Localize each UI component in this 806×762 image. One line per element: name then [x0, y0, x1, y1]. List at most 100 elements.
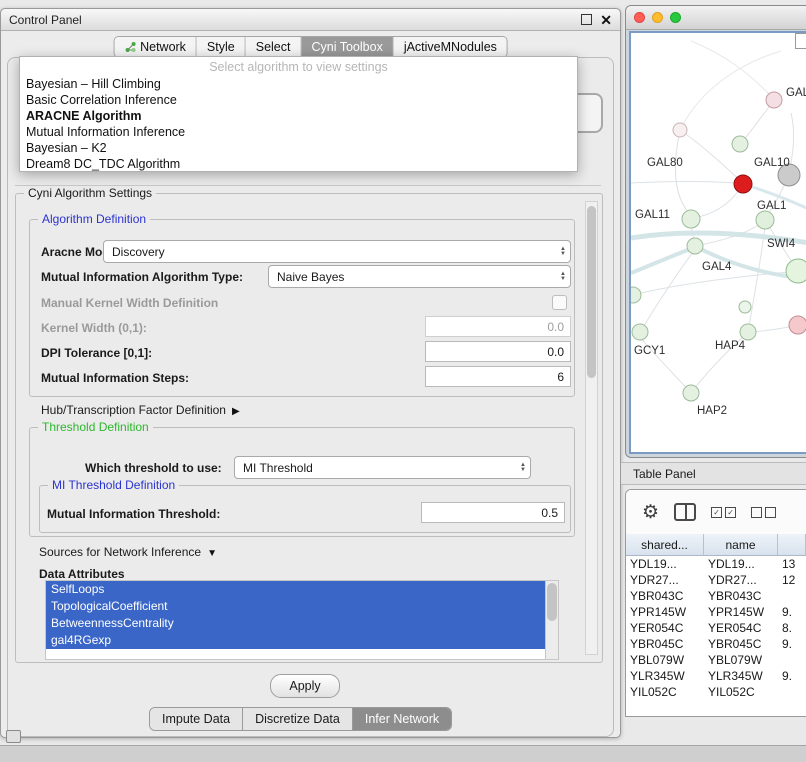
cell: 12: [778, 573, 806, 587]
settings-scrollbar-thumb[interactable]: [587, 206, 596, 378]
mi-steps-label: Mutual Information Steps:: [41, 371, 189, 385]
tab-jactivemnodules[interactable]: jActiveMNodules: [394, 37, 507, 57]
sources-section-toggle[interactable]: Sources for Network Inference▼: [39, 545, 217, 559]
mi-threshold-field[interactable]: 0.5: [421, 502, 565, 523]
tab-infer-network[interactable]: Infer Network: [353, 708, 451, 730]
tab-label: Network: [140, 40, 186, 54]
attributes-scrollbar[interactable]: [545, 581, 558, 659]
network-node[interactable]: [786, 259, 806, 283]
tab-style[interactable]: Style: [197, 37, 246, 57]
network-edge: [631, 248, 693, 273]
mi-type-select[interactable]: Naive Bayes ▲▼: [268, 265, 571, 288]
mi-threshold-label: Mutual Information Threshold:: [47, 507, 220, 521]
apply-button-label: Apply: [289, 679, 320, 693]
apply-button[interactable]: Apply: [270, 674, 340, 698]
tab-network[interactable]: Network: [114, 37, 197, 57]
mi-type-value: Naive Bayes: [277, 270, 556, 284]
network-view-titlebar: [626, 6, 806, 30]
network-node[interactable]: [734, 175, 752, 193]
mi-threshold-value: 0.5: [541, 506, 558, 520]
network-node[interactable]: [683, 385, 699, 401]
tab-select[interactable]: Select: [246, 37, 302, 57]
node-label: GCY1: [634, 345, 665, 357]
dropdown-item[interactable]: Bayesian – Hill Climbing: [20, 76, 577, 92]
network-node[interactable]: [687, 238, 703, 254]
network-node[interactable]: [740, 324, 756, 340]
cell: YBR043C: [626, 589, 704, 603]
dropdown-item[interactable]: Bayesian – K2: [20, 140, 577, 156]
table-row[interactable]: YBR043C YBR043C: [626, 588, 806, 604]
dpi-tolerance-label: DPI Tolerance [0,1]:: [41, 346, 152, 360]
tab-cyni-toolbox[interactable]: Cyni Toolbox: [301, 37, 393, 57]
manual-kernel-checkbox[interactable]: [552, 295, 567, 310]
network-node[interactable]: [732, 136, 748, 152]
network-node[interactable]: [739, 301, 751, 313]
close-icon[interactable]: ✕: [600, 13, 612, 27]
settings-scrollbar[interactable]: [585, 201, 598, 655]
tab-impute-data[interactable]: Impute Data: [150, 708, 243, 730]
collapsed-panel-icon[interactable]: [6, 730, 21, 743]
cell: YLR345W: [704, 669, 778, 683]
zoom-traffic-light[interactable]: [670, 12, 681, 23]
network-node[interactable]: [789, 316, 806, 334]
cell: YBL079W: [704, 653, 778, 667]
kernel-width-label: Kernel Width (0,1):: [41, 321, 147, 335]
node-label: SWI4: [767, 238, 796, 250]
network-node[interactable]: [756, 211, 774, 229]
column-header-partial[interactable]: [778, 534, 806, 555]
network-canvas[interactable]: GAL80GAL10GAL11GAL1SWI4GAL4GCY1HAP4HAP2G…: [629, 31, 806, 454]
gear-icon[interactable]: ⚙: [642, 503, 659, 522]
deselect-all-icon[interactable]: [751, 507, 776, 518]
hub-section-toggle[interactable]: Hub/Transcription Factor Definition▶: [41, 403, 240, 417]
dropdown-item[interactable]: Basic Correlation Inference: [20, 92, 577, 108]
hub-section-label: Hub/Transcription Factor Definition: [41, 403, 226, 417]
attribute-item[interactable]: BetweennessCentrality: [46, 615, 545, 632]
node-label: GAL10: [754, 157, 790, 169]
kernel-width-field[interactable]: 0.0: [425, 316, 571, 337]
unchecked-box-icon: [751, 507, 762, 518]
table-row[interactable]: YDL19... YDL19... 13: [626, 556, 806, 572]
select-all-icon[interactable]: ✓ ✓: [711, 507, 736, 518]
bottom-tabbar: Impute Data Discretize Data Infer Networ…: [149, 707, 452, 731]
mi-type-label: Mutual Information Algorithm Type:: [41, 270, 243, 284]
table-row[interactable]: YIL052C YIL052C: [626, 684, 806, 700]
dropdown-item[interactable]: Dream8 DC_TDC Algorithm: [20, 156, 577, 172]
mi-steps-field[interactable]: 6: [425, 366, 571, 387]
table-row[interactable]: YLR345W YLR345W 9.: [626, 668, 806, 684]
aracne-mode-select[interactable]: Discovery ▲▼: [103, 240, 571, 263]
network-node[interactable]: [632, 324, 648, 340]
network-scrollbar-corner[interactable]: [795, 33, 806, 49]
table-row[interactable]: YER054C YER054C 8.: [626, 620, 806, 636]
minimize-traffic-light[interactable]: [652, 12, 663, 23]
attribute-item[interactable]: SelfLoops: [46, 581, 545, 598]
node-label: GAL4: [702, 261, 732, 273]
dpi-tolerance-field[interactable]: 0.0: [425, 341, 571, 362]
table-row[interactable]: YPR145W YPR145W 9.: [626, 604, 806, 620]
tab-discretize-data[interactable]: Discretize Data: [243, 708, 353, 730]
network-node[interactable]: [766, 92, 782, 108]
network-edge: [631, 182, 735, 184]
dropdown-item[interactable]: Mutual Information Inference: [20, 124, 577, 140]
column-header-shared-name[interactable]: shared...: [626, 534, 704, 555]
table-row[interactable]: YBL079W YBL079W: [626, 652, 806, 668]
group-title: MI Threshold Definition: [48, 478, 179, 492]
column-browser-icon[interactable]: [674, 503, 696, 521]
network-node[interactable]: [631, 287, 641, 303]
float-icon[interactable]: [581, 14, 592, 25]
attribute-item[interactable]: TopologicalCoefficient: [46, 598, 545, 615]
table-row[interactable]: YDR27... YDR27... 12: [626, 572, 806, 588]
cell: YPR145W: [704, 605, 778, 619]
attributes-scrollbar-thumb[interactable]: [547, 583, 557, 621]
attribute-item[interactable]: gal4RGexp: [46, 632, 545, 649]
table-row[interactable]: YBR045C YBR045C 9.: [626, 636, 806, 652]
node-label: GAL80: [647, 157, 683, 169]
which-threshold-select[interactable]: MI Threshold ▲▼: [234, 456, 531, 479]
control-panel-titlebar: Control Panel ✕: [1, 9, 620, 31]
close-traffic-light[interactable]: [634, 12, 645, 23]
network-node[interactable]: [673, 123, 687, 137]
dropdown-item-selected[interactable]: ARACNE Algorithm: [20, 108, 577, 124]
column-header-name[interactable]: name: [704, 534, 778, 555]
table-panel-header: Table Panel: [621, 462, 806, 485]
network-node[interactable]: [682, 210, 700, 228]
node-table: shared... name YDL19... YDL19... 13 YDR2…: [626, 534, 806, 716]
